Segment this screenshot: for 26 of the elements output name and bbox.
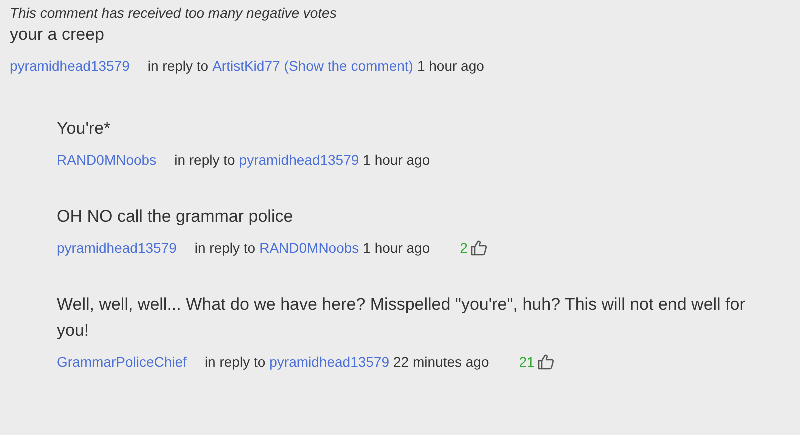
reply-label: in reply to xyxy=(174,151,236,170)
comment-text: You're* xyxy=(57,118,112,140)
comment-text: Well, well, well... What do we have here? Misspelled "you're", huh? This will not end well for you! xyxy=(57,294,746,342)
like-count: 21 xyxy=(519,353,535,372)
like-count: 2 xyxy=(460,239,468,258)
author-link[interactable]: RAND0MNoobs xyxy=(57,150,157,170)
reply-to-link[interactable]: RAND0MNoobs xyxy=(260,238,360,258)
show-comment-link[interactable]: (Show the comment) xyxy=(284,56,414,76)
timestamp: 1 hour ago xyxy=(363,239,430,258)
author-link[interactable]: pyramidhead13579 xyxy=(57,238,177,258)
reply-to-link[interactable]: ArtistKid77 xyxy=(212,56,280,76)
reply-label: in reply to xyxy=(194,239,256,258)
author-link[interactable]: pyramidhead13579 xyxy=(10,56,130,76)
timestamp: 1 hour ago xyxy=(417,57,484,76)
comment-text: OH NO call the grammar police xyxy=(57,206,294,228)
timestamp: 1 hour ago xyxy=(363,151,430,170)
thumbs-up-icon[interactable] xyxy=(470,239,488,257)
comment-text: your a creep xyxy=(10,24,106,46)
hidden-comment-notice: This comment has received too many negative votes xyxy=(10,4,338,22)
reply-to-link[interactable]: pyramidhead13579 xyxy=(270,352,390,372)
reply-label: in reply to xyxy=(148,57,209,76)
timestamp: 22 minutes ago xyxy=(394,353,490,372)
reply-label: in reply to xyxy=(204,353,266,372)
reply-to-link[interactable]: pyramidhead13579 xyxy=(239,150,360,170)
thumbs-up-icon[interactable] xyxy=(536,353,555,371)
author-link[interactable]: GrammarPoliceChief xyxy=(57,352,187,372)
